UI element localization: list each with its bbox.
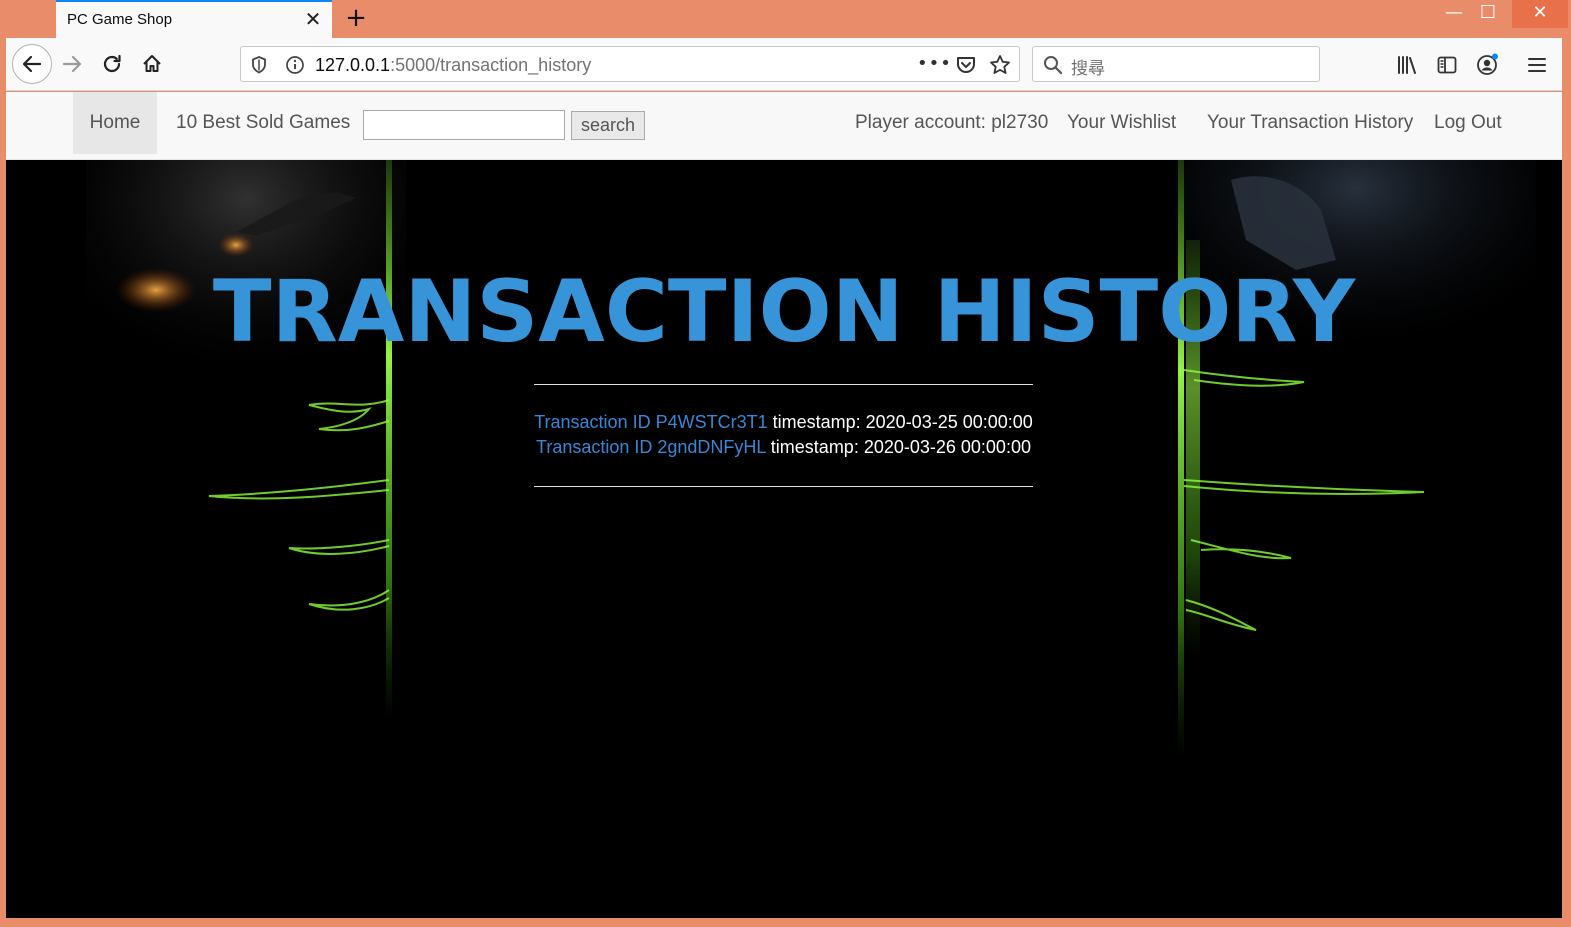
url-host: 127.0.0.1: [315, 55, 391, 75]
back-arrow-icon: [22, 55, 42, 73]
web-page: Home 10 Best Sold Games search Player ac…: [6, 92, 1562, 918]
bookmark-star-icon[interactable]: [989, 54, 1011, 76]
pocket-icon[interactable]: [955, 54, 977, 76]
page-actions-more-icon[interactable]: •••: [917, 53, 952, 74]
site-info-icon[interactable]: [285, 55, 305, 75]
page-title: TRANSACTION HISTORY: [212, 262, 1356, 362]
library-icon[interactable]: [1394, 52, 1420, 78]
site-search-input[interactable]: [363, 110, 565, 140]
search-placeholder: 搜尋: [1071, 59, 1105, 79]
back-button[interactable]: [12, 44, 52, 84]
browser-toolbar: 127.0.0.1:5000/transaction_history ••• 搜…: [6, 38, 1562, 91]
nav-logout-link[interactable]: Log Out: [1434, 92, 1502, 154]
close-window-button[interactable]: ✕: [1512, 0, 1568, 28]
nav-transaction-history-link[interactable]: Your Transaction History: [1207, 92, 1413, 154]
url-path: :5000/transaction_history: [390, 55, 592, 75]
transaction-link[interactable]: Transaction ID P4WSTCr3T1: [534, 412, 767, 432]
nav-wishlist-link[interactable]: Your Wishlist: [1067, 92, 1176, 154]
account-icon[interactable]: [1474, 52, 1500, 78]
site-navbar: Home 10 Best Sold Games search Player ac…: [6, 92, 1562, 160]
browser-search-bar[interactable]: 搜尋: [1032, 46, 1320, 82]
nav-best-sold-link[interactable]: 10 Best Sold Games: [176, 92, 350, 154]
transaction-row: Transaction ID P4WSTCr3T1 timestamp: 202…: [534, 410, 1033, 435]
tab-title: PC Game Shop: [67, 11, 173, 28]
maximize-window-button[interactable]: ☐: [1468, 0, 1508, 28]
nav-player-account-link[interactable]: Player account: pl2730: [855, 92, 1048, 154]
transaction-timestamp: timestamp: 2020-03-26 00:00:00: [770, 437, 1031, 457]
close-tab-icon[interactable]: ✕: [302, 8, 324, 30]
sidebar-toggle-icon[interactable]: [1434, 52, 1460, 78]
browser-tab[interactable]: PC Game Shop ✕: [56, 0, 332, 38]
nav-home-link[interactable]: Home: [73, 92, 157, 154]
window-bottom-border: [0, 918, 1571, 927]
transaction-row: Transaction ID 2gndDNFyHL timestamp: 202…: [534, 435, 1033, 460]
divider-top: [534, 384, 1033, 385]
tracking-shield-icon[interactable]: [249, 55, 269, 75]
home-button[interactable]: [134, 46, 170, 82]
forward-arrow-icon: [62, 55, 82, 73]
reload-icon: [103, 54, 121, 73]
site-search-button[interactable]: search: [571, 111, 645, 140]
new-tab-icon[interactable]: +: [342, 4, 370, 32]
forward-button[interactable]: [54, 46, 90, 82]
transaction-link[interactable]: Transaction ID 2gndDNFyHL: [536, 437, 766, 457]
address-bar[interactable]: 127.0.0.1:5000/transaction_history •••: [240, 46, 1020, 82]
transaction-timestamp: timestamp: 2020-03-25 00:00:00: [772, 412, 1033, 432]
search-icon: [1044, 56, 1063, 75]
transaction-list: Transaction ID P4WSTCr3T1 timestamp: 202…: [534, 410, 1033, 460]
url-text[interactable]: 127.0.0.1:5000/transaction_history: [315, 55, 591, 76]
hamburger-menu-icon[interactable]: [1524, 52, 1550, 78]
reload-button[interactable]: [94, 46, 130, 82]
home-icon: [143, 55, 161, 72]
window-titlebar: PC Game Shop ✕ + — ☐ ✕: [0, 0, 1571, 38]
divider-bottom: [534, 486, 1033, 487]
